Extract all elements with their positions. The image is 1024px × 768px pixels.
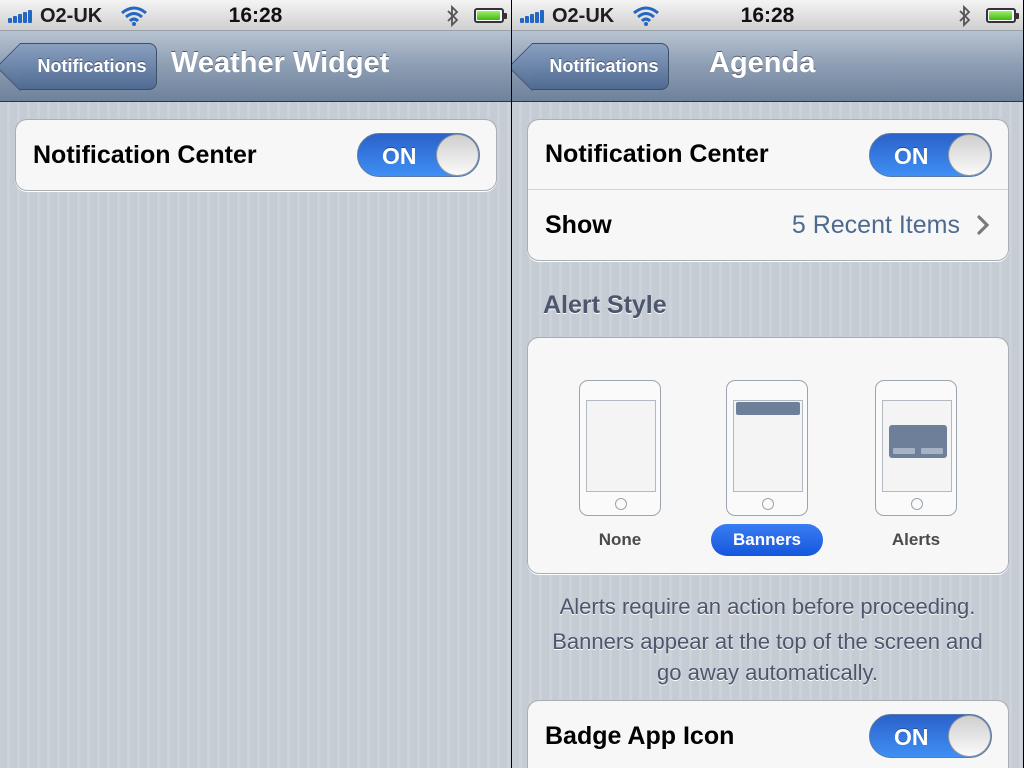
alert-style-banners-option[interactable] — [726, 380, 808, 516]
toggle-state: ON — [382, 143, 417, 169]
phone-screen — [882, 400, 952, 492]
battery-fill — [989, 11, 1013, 20]
bluetooth-icon — [447, 5, 459, 27]
navigation-bar: Notifications Weather Widget — [0, 31, 511, 102]
page-title: Agenda — [709, 47, 816, 79]
row-label: Notification Center — [545, 140, 769, 168]
row-label: Notification Center — [33, 140, 257, 169]
row-label: Badge App Icon — [545, 721, 735, 750]
row-label: Show — [545, 210, 612, 239]
badge-group: Badge App Icon ON — [527, 700, 1009, 768]
notification-center-toggle[interactable]: ON — [357, 133, 480, 177]
page-title: Weather Widget — [171, 47, 390, 79]
agenda-screen: O2-UK 16:28 Notifications Agenda Notific… — [512, 0, 1023, 768]
status-bar: O2-UK 16:28 — [512, 0, 1023, 31]
alert-style-header: Alert Style — [543, 291, 667, 319]
toggle-knob — [948, 134, 991, 176]
chevron-right-icon — [977, 215, 990, 235]
alerts-footnote: Alerts require an action before proceedi… — [559, 594, 976, 619]
alert-style-banners-label[interactable]: Banners — [711, 524, 823, 556]
weather-widget-screen: O2-UK 16:28 Notifications Weather Widget… — [0, 0, 511, 768]
clock: 16:28 — [740, 4, 795, 27]
alert-preview-icon — [889, 425, 947, 458]
back-button-label: Notifications — [549, 56, 659, 76]
alert-style-none-option[interactable] — [579, 380, 661, 516]
show-value: 5 Recent Items — [791, 210, 960, 239]
home-button-icon — [615, 498, 627, 510]
badge-app-icon-toggle[interactable]: ON — [869, 714, 992, 758]
toggle-knob — [948, 715, 991, 757]
bluetooth-icon — [959, 5, 971, 27]
back-button[interactable]: Notifications — [20, 43, 157, 90]
notification-center-row: Notification Center ON — [16, 120, 496, 190]
alert-style-none-label[interactable]: None — [564, 524, 676, 556]
alert-style-picker: None Banners Alerts — [527, 337, 1009, 574]
toggle-state: ON — [894, 143, 929, 169]
back-button[interactable]: Notifications — [532, 43, 669, 90]
badge-app-icon-row: Badge App Icon ON — [528, 701, 1008, 768]
notification-center-toggle[interactable]: ON — [869, 133, 992, 177]
alert-style-alerts-option[interactable] — [875, 380, 957, 516]
phone-screen — [586, 400, 656, 492]
home-button-icon — [911, 498, 923, 510]
toggle-state: ON — [894, 724, 929, 750]
phone-screen — [733, 400, 803, 492]
clock: 16:28 — [228, 4, 283, 27]
status-bar: O2-UK 16:28 — [0, 0, 511, 31]
notification-group: Notification Center ON Show 5 Recent Ite… — [527, 119, 1009, 261]
banner-preview-icon — [736, 402, 800, 415]
toggle-knob — [436, 134, 479, 176]
battery-icon — [474, 8, 507, 23]
home-button-icon — [762, 498, 774, 510]
battery-fill — [477, 11, 501, 20]
navigation-bar: Notifications Agenda — [512, 31, 1023, 102]
back-button-label: Notifications — [37, 56, 147, 76]
battery-icon — [986, 8, 1019, 23]
show-row[interactable]: Show 5 Recent Items — [528, 190, 1008, 260]
notification-group: Notification Center ON — [15, 119, 497, 191]
alert-style-alerts-label[interactable]: Alerts — [860, 524, 972, 556]
notification-center-row: Notification Center ON — [528, 120, 1008, 190]
banners-footnote-line-2: go away automatically. — [657, 660, 878, 685]
banners-footnote-line-1: Banners appear at the top of the screen … — [552, 629, 983, 654]
